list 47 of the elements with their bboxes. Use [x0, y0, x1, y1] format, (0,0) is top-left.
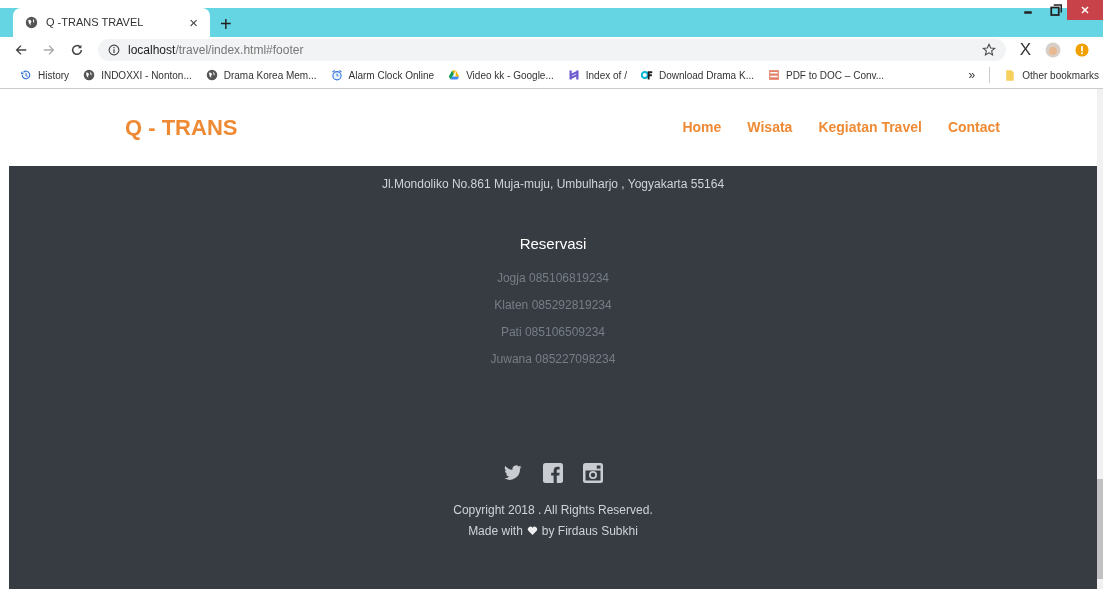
- h-logo-icon: [567, 69, 580, 81]
- bird-icon[interactable]: [503, 462, 523, 481]
- copyright-text: Copyright 2018 . All Rights Reserved.: [453, 501, 653, 519]
- url-path: /travel/index.html#footer: [175, 42, 304, 57]
- reservasi-heading: Reservasi: [519, 234, 587, 254]
- contact-phone: Pati 085106509234: [500, 323, 606, 341]
- bookmark[interactable]: Alarm Clock Online: [330, 67, 435, 83]
- camera-icon[interactable]: [583, 462, 603, 483]
- contact-phone: Juwana 085227098234: [490, 350, 616, 368]
- tab-title: Q -TRANS TRAVEL: [46, 15, 145, 31]
- bookmark[interactable]: Download Drama K...: [640, 67, 754, 83]
- heart-icon: [526, 525, 538, 536]
- document-logo-icon: [767, 69, 780, 81]
- triangle-logo-icon: [448, 69, 461, 81]
- other-bookmarks-folder[interactable]: Other bookmarks: [1004, 67, 1099, 83]
- alarm-clock-icon: [330, 69, 343, 81]
- letter-f-square-icon[interactable]: [543, 462, 563, 483]
- more-bookmarks-button[interactable]: »: [968, 66, 976, 84]
- globe-icon: [205, 69, 218, 81]
- bookmark[interactable]: History: [20, 67, 70, 83]
- globe-icon: [25, 16, 38, 29]
- globe-icon: [83, 69, 96, 81]
- close-icon: [1079, 4, 1091, 16]
- df-logo-icon: [640, 69, 653, 81]
- bookmark[interactable]: Video kk - Google...: [448, 67, 554, 83]
- new-tab-button[interactable]: +: [220, 14, 232, 34]
- star-icon[interactable]: [981, 42, 996, 57]
- address-bar[interactable]: localhost/travel/index.html#footer: [98, 38, 1006, 61]
- contact-phone: Klaten 085292819234: [494, 296, 612, 314]
- extension-button[interactable]: X: [1019, 36, 1031, 63]
- bookmark[interactable]: PDF to DOC – Conv...: [767, 67, 885, 83]
- bookmark[interactable]: Index of /: [567, 67, 627, 83]
- address-text: Jl.Mondoliko No.861 Muja-muju, Umbulharjo , Yogyakarta 55164: [381, 176, 725, 193]
- folder-icon: [1004, 68, 1017, 82]
- browser-tab[interactable]: Q -TRANS TRAVEL ×: [13, 8, 210, 37]
- scrollbar[interactable]: [1097, 89, 1103, 589]
- history-icon: [20, 69, 32, 81]
- contact-phone: Jogja 085106819234: [496, 269, 610, 287]
- bookmark[interactable]: Drama Korea Mem...: [205, 67, 317, 83]
- info-icon: [108, 43, 120, 56]
- reload-icon[interactable]: [70, 42, 84, 57]
- credit-text: Made with: [468, 522, 523, 540]
- bookmark[interactable]: INDOXXI - Nonton...: [83, 67, 192, 83]
- url-host: localhost: [128, 42, 176, 57]
- close-tab-button[interactable]: ×: [189, 15, 198, 30]
- credit-text: by Firdaus Subkhi: [541, 522, 638, 540]
- back-icon[interactable]: [14, 42, 28, 57]
